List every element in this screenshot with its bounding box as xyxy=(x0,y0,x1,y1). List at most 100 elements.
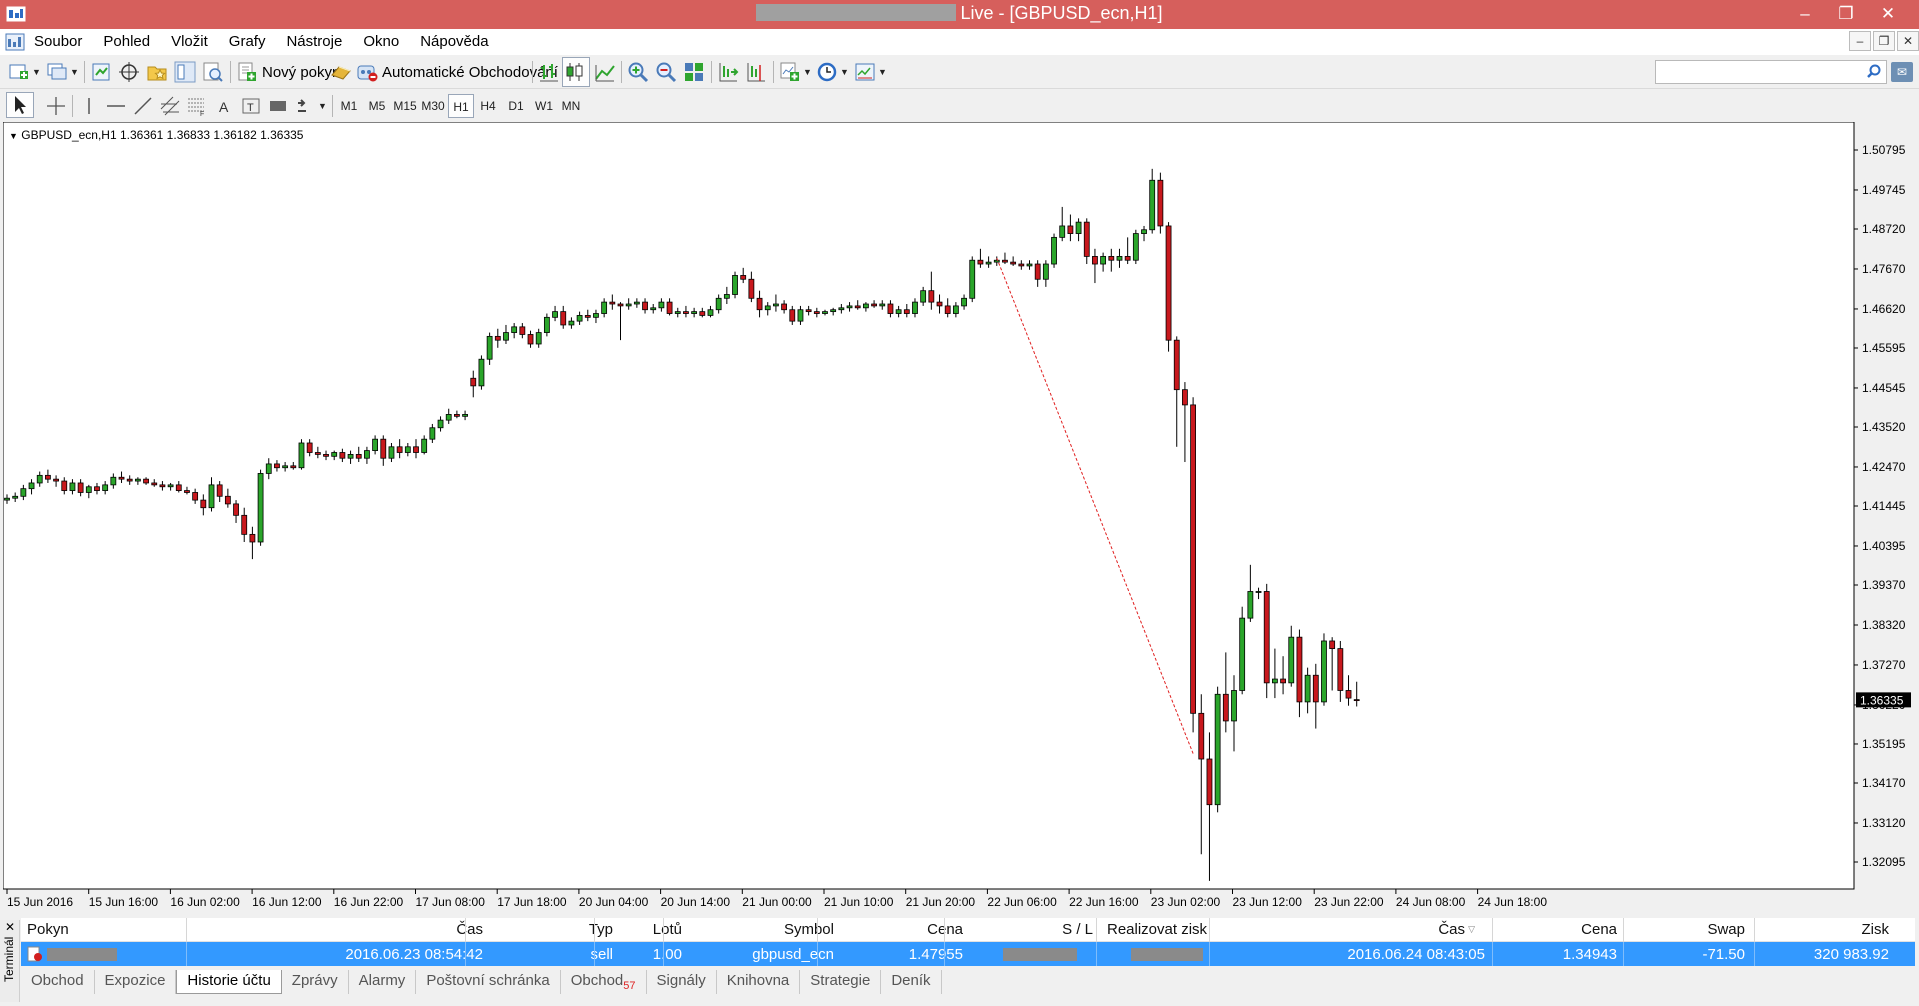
col-pokyn[interactable]: Pokyn xyxy=(27,921,69,938)
periods-button[interactable]: ▼ xyxy=(816,59,849,85)
candle-body xyxy=(503,332,509,341)
tab-knihovna[interactable]: Knihovna xyxy=(717,970,801,994)
market-watch-button[interactable] xyxy=(90,59,112,85)
crosshair-target-icon xyxy=(119,62,139,82)
timeframe-h1[interactable]: H1 xyxy=(448,94,474,118)
search-input[interactable] xyxy=(1655,60,1887,84)
horizontal-line-button[interactable] xyxy=(105,93,127,119)
timeframe-w1[interactable]: W1 xyxy=(532,94,556,118)
favorites-button[interactable] xyxy=(146,59,168,85)
auto-scroll-button[interactable] xyxy=(717,59,739,85)
zoom-in-button[interactable] xyxy=(627,59,649,85)
y-tick-label: 1.37270 xyxy=(1862,658,1906,672)
chat-icon[interactable]: ✉ xyxy=(1891,62,1913,82)
zoom-out-button[interactable] xyxy=(655,59,677,85)
timeframe-h4[interactable]: H4 xyxy=(476,94,500,118)
indicators-button[interactable]: ▼ xyxy=(779,59,812,85)
col-lotu[interactable]: Lotů xyxy=(653,921,682,938)
menu-nastroje[interactable]: Nástroje xyxy=(286,32,352,52)
menu-pohled[interactable]: Pohled xyxy=(103,32,160,52)
timeframe-mn[interactable]: MN xyxy=(559,94,583,118)
line-chart-button[interactable] xyxy=(594,59,616,85)
tab-market-label: Obchod xyxy=(570,972,624,989)
tile-windows-button[interactable] xyxy=(683,59,705,85)
tab-postovni-schranka[interactable]: Poštovní schránka xyxy=(416,970,561,994)
maximize-icon[interactable]: ❐ xyxy=(1823,0,1869,29)
col-cas[interactable]: Čas xyxy=(456,921,483,938)
tab-market[interactable]: Obchod57 xyxy=(561,970,647,994)
col-realizovat-zisk[interactable]: Realizovat zisk xyxy=(1107,921,1207,938)
candle-body xyxy=(53,478,59,482)
terminal-side-strip[interactable]: ✕ Terminál xyxy=(0,920,20,1002)
tab-zpravy[interactable]: Zprávy xyxy=(282,970,349,994)
candle-body xyxy=(928,290,935,303)
col-sl[interactable]: S / L xyxy=(1062,921,1093,938)
text-label-icon: T xyxy=(242,98,260,114)
timeframe-m1[interactable]: M1 xyxy=(337,94,361,118)
candle-body xyxy=(625,303,632,307)
mdi-minimize-icon[interactable]: – xyxy=(1849,31,1871,51)
tab-signaly[interactable]: Signály xyxy=(647,970,717,994)
menu-grafy[interactable]: Grafy xyxy=(229,32,276,52)
col-swap[interactable]: Swap xyxy=(1707,921,1745,938)
tab-strategie[interactable]: Strategie xyxy=(800,970,882,994)
new-chart-button[interactable]: ▼ xyxy=(8,59,41,85)
fibonacci-button[interactable]: F xyxy=(186,93,208,119)
menu-soubor[interactable]: Soubor xyxy=(34,32,92,52)
candlestick-button[interactable] xyxy=(562,57,590,87)
col-symbol[interactable]: Symbol xyxy=(784,921,834,938)
fibonacci-icon: F xyxy=(188,98,204,117)
arrows-button[interactable]: ▼ xyxy=(294,93,327,119)
timeframe-m5[interactable]: M5 xyxy=(365,94,389,118)
cursor-button[interactable] xyxy=(6,92,34,118)
text-label-button[interactable]: T xyxy=(240,93,262,119)
vertical-line-button[interactable] xyxy=(78,93,100,119)
col-cas2[interactable]: Čas xyxy=(1438,921,1465,938)
minimize-icon[interactable]: – xyxy=(1782,0,1828,29)
candle xyxy=(1263,583,1270,699)
col-zisk[interactable]: Zisk xyxy=(1862,921,1890,938)
col-cena[interactable]: Cena xyxy=(927,921,963,938)
terminal-button[interactable] xyxy=(174,59,196,85)
autotrading-button[interactable]: Automatické Obchodování xyxy=(356,59,558,85)
tester-button[interactable] xyxy=(202,59,224,85)
equidistant-channel-button[interactable] xyxy=(159,93,181,119)
timeframe-d1[interactable]: D1 xyxy=(504,94,528,118)
tab-expozice[interactable]: Expozice xyxy=(95,970,177,994)
x-tick-label: 23 Jun 12:00 xyxy=(1233,895,1303,909)
navigator-button[interactable] xyxy=(118,59,140,85)
chart-canvas[interactable]: 1.50795 1.49745 1.48720 1.47670 1.46620 1.455… xyxy=(3,122,1919,922)
chart-shift-button[interactable] xyxy=(745,59,767,85)
timeframe-m15[interactable]: M15 xyxy=(392,94,418,118)
profiles-button[interactable]: ▼ xyxy=(46,59,79,85)
menu-vlozit[interactable]: Vložit xyxy=(171,32,218,52)
bar-chart-button[interactable] xyxy=(538,59,560,85)
menu-napoveda[interactable]: Nápověda xyxy=(420,32,498,52)
col-cena2[interactable]: Cena xyxy=(1581,921,1617,938)
close-icon[interactable]: ✕ xyxy=(5,920,15,934)
tab-denik[interactable]: Deník xyxy=(881,970,942,994)
trendline-button[interactable] xyxy=(132,93,154,119)
tab-historie-uctu[interactable]: Historie účtu xyxy=(176,970,282,994)
candle-body xyxy=(576,315,583,322)
timeframe-m30[interactable]: M30 xyxy=(420,94,446,118)
text-button[interactable]: A xyxy=(213,93,235,119)
tab-obchod[interactable]: Obchod xyxy=(21,970,95,994)
tab-alarmy[interactable]: Alarmy xyxy=(349,970,417,994)
crosshair-button[interactable] xyxy=(45,93,67,119)
time-axis: 15 Jun 2016 15 Jun 16:00 16 Jun 02:00 16 Ju… xyxy=(6,889,1547,909)
candle-body xyxy=(151,482,158,486)
mdi-restore-icon[interactable]: ❐ xyxy=(1873,31,1895,51)
price-chart[interactable]: 1.50795 1.49745 1.48720 1.47670 1.46620 1.455… xyxy=(3,122,1919,922)
metaeditor-button[interactable] xyxy=(330,59,352,85)
templates-button[interactable]: ▼ xyxy=(854,59,887,85)
col-typ[interactable]: Typ xyxy=(589,921,613,938)
mdi-close-icon[interactable]: ✕ xyxy=(1897,31,1919,51)
menu-okno[interactable]: Okno xyxy=(363,32,409,52)
rectangle-button[interactable] xyxy=(267,93,289,119)
table-row[interactable]: 2016.06.23 08:54:42 sell 1.00 gbpusd_ecn… xyxy=(21,942,1915,966)
close-icon[interactable]: ✕ xyxy=(1865,0,1911,29)
chart-menu-triangle-icon[interactable]: ▼ xyxy=(9,131,18,141)
candle-body xyxy=(789,309,796,322)
new-order-button[interactable]: Nový pokyn xyxy=(236,59,340,85)
